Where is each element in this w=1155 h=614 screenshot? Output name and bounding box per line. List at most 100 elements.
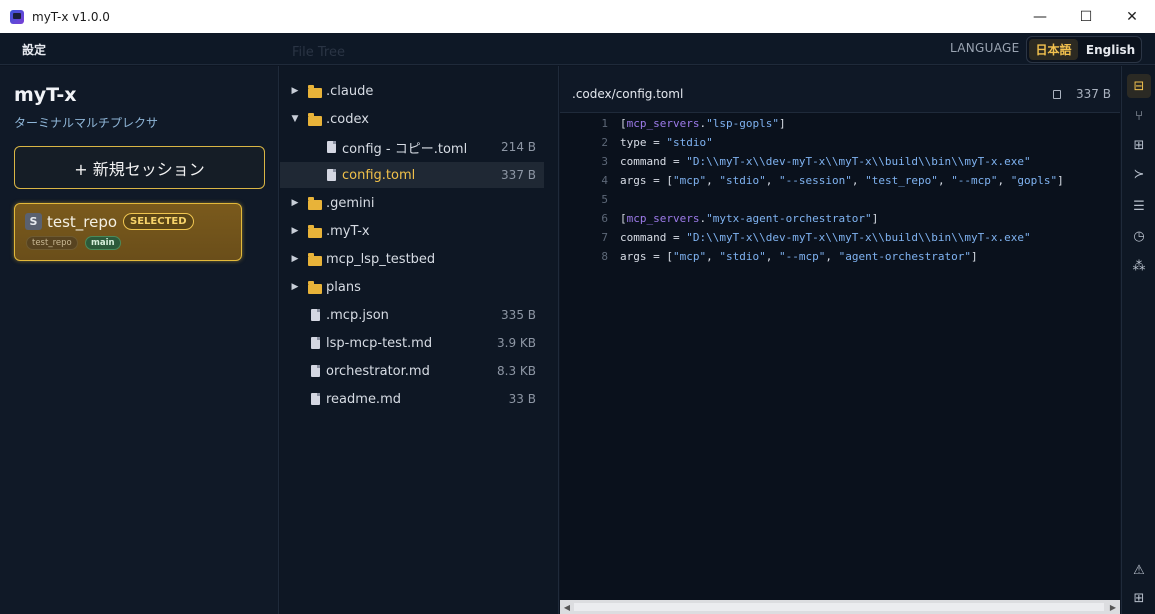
- copy-icon[interactable]: [1053, 90, 1061, 99]
- folder-icon: [308, 281, 322, 294]
- tree-item-size: 214 B: [501, 140, 536, 154]
- new-session-button[interactable]: + 新規セッション: [14, 146, 265, 189]
- code-area[interactable]: 1 [mcp_servers."lsp-gopls"] 2 type = "stdio…: [560, 114, 1120, 600]
- app-name: myT-x: [14, 84, 77, 106]
- tree-item-size: 335 B: [501, 308, 536, 322]
- scrollbar-thumb[interactable]: [574, 603, 1104, 611]
- scroll-right-icon[interactable]: ▶: [1108, 602, 1118, 612]
- repo-tag: test_repo: [26, 236, 78, 250]
- file-path: .codex/config.toml: [572, 87, 684, 101]
- file-icon: [311, 309, 320, 321]
- tree-file-row[interactable]: orchestrator.md 8.3 KB: [280, 358, 544, 384]
- horizontal-scrollbar[interactable]: ◀ ▶: [560, 600, 1120, 614]
- chevron-down-icon[interactable]: ▼: [290, 114, 300, 124]
- line-number: 8: [601, 250, 608, 263]
- branch-tag: main: [85, 236, 121, 250]
- tree-item-label: plans: [326, 279, 361, 295]
- tree-folder-row[interactable]: ▶ plans: [280, 274, 544, 300]
- chevron-right-icon[interactable]: ▶: [290, 254, 300, 264]
- history-icon[interactable]: ◷: [1127, 224, 1151, 248]
- tree-file-row[interactable]: config - コピー.toml 214 B: [280, 134, 544, 160]
- chevron-right-icon[interactable]: ▶: [290, 198, 300, 208]
- session-sidebar: myT-x ターミナルマルチプレクサ + 新規セッション S test_repo…: [0, 66, 279, 614]
- panel-title-faint: File Tree: [292, 45, 345, 60]
- tree-item-size: 8.3 KB: [497, 364, 536, 378]
- tree-file-row[interactable]: lsp-mcp-test.md 3.9 KB: [280, 330, 544, 356]
- folder-icon: [308, 253, 322, 266]
- file-viewer: .codex/config.toml 337 B 1 [mcp_servers."…: [560, 66, 1120, 614]
- warning-icon[interactable]: ⚠: [1127, 558, 1151, 582]
- tool-rail: ⊟ ⑂ ⊞ ≻ ☰ ◷ ⁂ ⚠ ⊞: [1121, 66, 1155, 614]
- session-card[interactable]: S test_repo SELECTED test_repo main: [14, 203, 242, 261]
- settings-menu[interactable]: 設定: [22, 41, 46, 58]
- folder-icon: [308, 225, 322, 238]
- code-text: args = ["mcp", "stdio", "--mcp", "agent-…: [620, 250, 978, 263]
- line-number: 6: [601, 212, 608, 225]
- maximize-button[interactable]: ☐: [1063, 0, 1109, 33]
- language-option-japanese[interactable]: 日本語: [1029, 39, 1079, 60]
- file-icon: [327, 169, 336, 181]
- line-number: 3: [601, 155, 608, 168]
- layout-icon[interactable]: ☰: [1127, 194, 1151, 218]
- app-subtitle: ターミナルマルチプレクサ: [14, 116, 159, 130]
- tree-file-row[interactable]: config.toml 337 B: [280, 162, 544, 188]
- tree-folder-row[interactable]: ▼ .codex: [280, 106, 544, 132]
- folder-icon: [308, 197, 322, 210]
- language-switcher: 日本語 English: [1026, 36, 1142, 63]
- language-label: LANGUAGE: [950, 41, 1020, 55]
- tree-item-label: .claude: [326, 83, 374, 99]
- window-title: myT-x v1.0.0: [32, 9, 110, 24]
- line-number: 2: [601, 136, 608, 149]
- tree-item-size: 337 B: [501, 168, 536, 182]
- line-number: 7: [601, 231, 608, 244]
- tree-item-label: .mcp.json: [326, 307, 389, 323]
- scroll-left-icon[interactable]: ◀: [562, 602, 572, 612]
- window-titlebar: myT-x v1.0.0 — ☐ ✕: [0, 0, 1155, 33]
- chevron-right-icon[interactable]: ▶: [290, 226, 300, 236]
- tree-item-label: mcp_lsp_testbed: [326, 251, 436, 267]
- language-option-english[interactable]: English: [1082, 39, 1139, 60]
- tree-item-label: .myT-x: [326, 223, 370, 239]
- code-text: type = "stdio": [620, 136, 713, 149]
- tree-item-label: readme.md: [326, 391, 401, 407]
- file-tree-panel: ▶ .claude ▼ .codex config - コピー.toml 214 Bcon…: [280, 66, 559, 614]
- tree-item-label: config - コピー.toml: [342, 141, 468, 157]
- file-tree-icon[interactable]: ⊟: [1127, 74, 1151, 98]
- session-name: test_repo: [47, 213, 118, 231]
- agents-icon[interactable]: ⁂: [1127, 254, 1151, 278]
- window-controls: — ☐ ✕: [1017, 0, 1155, 33]
- line-number: 5: [601, 193, 608, 206]
- folder-icon: [308, 85, 322, 98]
- minimize-button[interactable]: —: [1017, 0, 1063, 33]
- chevron-right-icon[interactable]: ▶: [290, 282, 300, 292]
- chevron-right-icon[interactable]: ▶: [290, 86, 300, 96]
- diff-icon[interactable]: ⊞: [1127, 133, 1151, 157]
- file-icon: [311, 337, 320, 349]
- tree-item-label: config.toml: [342, 167, 416, 183]
- tree-file-row[interactable]: .mcp.json 335 B: [280, 302, 544, 328]
- git-branch-icon[interactable]: ⑂: [1127, 104, 1151, 128]
- line-number: 1: [601, 117, 608, 130]
- tree-file-row[interactable]: readme.md 33 B: [280, 386, 544, 412]
- tree-item-size: 3.9 KB: [497, 336, 536, 350]
- grid-icon[interactable]: ⊞: [1127, 586, 1151, 610]
- tree-item-size: 33 B: [508, 392, 536, 406]
- terminal-icon[interactable]: ≻: [1127, 162, 1151, 186]
- tree-folder-row[interactable]: ▶ mcp_lsp_testbed: [280, 246, 544, 272]
- close-button[interactable]: ✕: [1109, 0, 1155, 33]
- line-number: 4: [601, 174, 608, 187]
- session-type-badge: S: [25, 213, 42, 230]
- code-text: args = ["mcp", "stdio", "--session", "te…: [620, 174, 1064, 187]
- tree-item-label: orchestrator.md: [326, 363, 430, 379]
- tree-item-label: lsp-mcp-test.md: [326, 335, 433, 351]
- tree-folder-row[interactable]: ▶ .claude: [280, 78, 544, 104]
- top-menubar: 設定 File Tree LANGUAGE 日本語 English: [0, 33, 1155, 65]
- code-text: [mcp_servers."lsp-gopls"]: [620, 117, 786, 130]
- app-logo-icon: [10, 9, 24, 24]
- tree-folder-row[interactable]: ▶ .gemini: [280, 190, 544, 216]
- code-text: [mcp_servers."mytx-agent-orchestrator"]: [620, 212, 879, 225]
- tree-item-label: .gemini: [326, 195, 375, 211]
- tree-item-label: .codex: [326, 111, 369, 127]
- tree-folder-row[interactable]: ▶ .myT-x: [280, 218, 544, 244]
- code-text: command = "D:\\myT-x\\dev-myT-x\\myT-x\\…: [620, 155, 1031, 168]
